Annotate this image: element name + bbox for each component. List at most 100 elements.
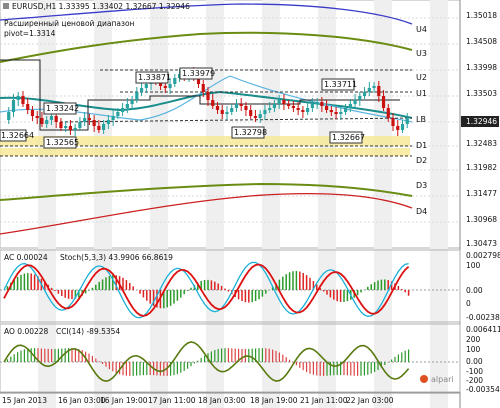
candle-body [206,92,210,100]
price-tick: 1.33503 [466,89,497,98]
time-tick: 18 Jan 03:00 [198,396,246,405]
candle-body [306,108,310,112]
time-tick: 15 Jan 2013 [2,396,47,405]
candle-body [201,84,205,92]
candle-body [339,112,343,114]
candle-body [78,122,82,128]
symbol-quote-line: EURUSD,H1 1.33395 1.33402 1.32667 1.3294… [12,2,190,11]
candle-body [211,100,215,106]
level-label-u2: U2 [416,73,427,82]
watermark-text: alpari [431,375,454,384]
candle-body [315,102,319,104]
candle-body [405,118,409,124]
candle-body [139,88,144,92]
price-tick: 1.31477 [466,189,497,198]
ao-axis-tick: -100 [466,367,483,376]
candle-body [362,92,367,96]
candle-body [116,112,120,116]
cci-label: CCI(14) -89.5354 [56,327,120,336]
candle-body [45,120,49,124]
candle-body [163,86,167,88]
candle-body [239,104,243,106]
candle-body [386,108,390,118]
level-label-u3: U3 [416,49,427,58]
current-price-value: 1.32946 [466,117,497,126]
candle-body [396,126,400,130]
candle-body [168,84,172,88]
price-tick: 1.32483 [466,139,497,148]
time-tick: 18 Jan 19:00 [250,396,298,405]
annotation-label: 1.32667 [332,133,365,142]
candle-body [135,92,139,100]
ao-axis-tick: 0.006411 [466,325,500,334]
time-tick: 17 Jan 11:00 [148,396,196,405]
chart-window[interactable]: 1.32664 1.33242 1.32565 1.33871 1.33979 … [0,0,500,408]
candle-body [130,100,134,104]
annotation-label: 1.32798 [234,128,267,137]
candle-body [87,118,91,120]
price-tick: 1.30473 [466,239,497,248]
indicator-name: Расширенный ценовой диапазон [4,19,135,28]
candle-body [268,108,272,110]
price-tick: 1.34508 [466,37,497,46]
candle-body [334,112,338,114]
candle-body [125,104,129,108]
candle-body [30,110,35,116]
price-tick: 1.33998 [466,63,497,72]
candle-body [249,110,253,116]
level-labels: U4 U3 U2 U1 LB D1 D2 D3 D4 [416,25,427,216]
time-tick: 16 Jan 03:00 [58,396,106,405]
annotation-label: 1.32664 [1,131,34,140]
candle-body [7,112,11,120]
candle-body [263,110,267,114]
candle-body [215,106,220,110]
candle-body [26,104,30,110]
price-tick: 1.31982 [466,163,497,172]
level-label-d3: D3 [416,181,427,190]
ao-label: AO 0.00228 [4,327,49,336]
ao-axis-tick: 200 [466,335,481,344]
candle-body [111,116,115,120]
candle-body [83,118,87,122]
level-label-u4: U4 [416,25,427,34]
ac-axis-tick: 0 [466,299,471,308]
candle-body [49,116,54,120]
alpari-logo: alpari [420,375,454,384]
candle-body [296,108,300,110]
candle-body [277,100,281,104]
candle-body [121,108,125,112]
candle-body [68,126,73,130]
candle-body [92,120,96,126]
chart-menu-icon[interactable] [3,3,9,9]
ac-axis-tick: -0.002381 [466,313,500,322]
ao-axis-tick: 100 [466,345,481,354]
candle-body [54,116,58,122]
candle-body [35,116,39,118]
candle-body [73,128,77,130]
time-tick: 21 Jan 11:00 [300,396,348,405]
candle-body [400,124,405,130]
time-tick: 22 Jan 03:00 [346,396,394,405]
ac-label: AC 0.00024 [4,253,48,262]
candle-body [102,124,106,130]
level-label-lb: LB [416,115,426,124]
time-tick: 16 Jan 19:00 [100,396,148,405]
candle-body [377,86,381,96]
candle-body [348,104,352,108]
pivot-label: pivot=1.3314 [4,29,56,38]
candle-body [329,110,333,112]
candle-body [21,96,25,104]
candle-body [291,106,295,108]
candle-body [325,106,329,110]
candle-body [272,104,277,108]
level-label-u1: U1 [416,89,427,98]
candle-body [367,88,371,92]
price-tick: 1.35018 [466,11,497,20]
annotation-label: 1.33979 [182,69,215,78]
ac-axis-tick: 100 [466,261,481,270]
candle-body [320,102,324,106]
candle-body [253,116,258,118]
annotation-label: 1.33871 [138,73,171,82]
candle-body [64,126,68,128]
level-label-d4: D4 [416,207,427,216]
